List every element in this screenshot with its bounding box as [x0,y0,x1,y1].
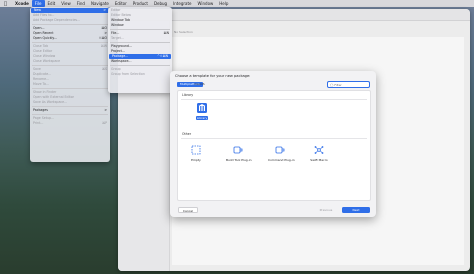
file-menu-item[interactable]: Open Quickly... ⇧⌘O [30,36,110,41]
menu-window[interactable]: Window [195,0,217,7]
menu-item-label: Add Package Dependencies... [33,18,81,22]
new-submenu: Editor Editor Below Window Tab Window File..… [108,7,172,93]
file-menu-item[interactable]: Move To... [30,82,110,87]
tab-macos[interactable]: macOS [194,82,205,87]
new-menu-item[interactable]: Target... [108,36,172,41]
library-icon [196,102,208,114]
menu-item-label: Move To... [33,82,49,86]
macro-icon [313,144,325,156]
file-menu-item[interactable]: Print... ⌘P [30,121,110,126]
template-label: Library [195,116,209,120]
template-command-plugin[interactable]: Command Plug-in [268,144,295,162]
plugin-icon [232,144,244,156]
menu-item-label: Group from Selection [111,72,145,76]
menu-navigate[interactable]: Navigate [88,0,112,7]
menu-item-label: Print... [33,121,44,125]
menu-item-shortcut: ^⇧⌘N [157,54,168,58]
new-menu-item[interactable]: Workspace... [108,59,172,64]
template-filter-input[interactable] [334,82,369,87]
menu-separator [32,65,108,66]
menu-app[interactable]: Xcode [12,0,32,7]
template-label: Empty [191,158,201,162]
menu-item-label: Packages [33,108,48,112]
menu-item-shortcut: ⌘N [163,31,169,35]
menu-item-label: Close Workspace [33,59,61,63]
menu-separator [110,42,170,43]
plugin-icon [274,144,286,156]
menu-item-shortcut: ⇧⌘O [98,36,107,40]
no-selection-label: No Selection [174,30,193,34]
apple-icon[interactable]:  [4,1,7,7]
empty-icon [190,144,202,156]
section-divider [181,99,367,100]
menu-edit[interactable]: Edit [45,0,59,7]
file-menu-item[interactable]: Packages > [30,108,110,113]
section-other: Other [182,132,192,136]
menu-bar:  Xcode File Edit View Find Navigate Edi… [0,0,474,7]
menu-find[interactable]: Find [74,0,88,7]
template-panel: Library Library Other Empty Build Tool P… [177,90,371,201]
next-button[interactable]: Next [342,207,370,213]
template-empty[interactable]: Empty [184,144,208,162]
menu-separator [32,88,108,89]
template-library[interactable]: Library [190,102,214,120]
template-chooser-sheet: Choose a template for your new package: … [170,71,376,217]
sheet-title: Choose a template for your new package: [175,74,251,78]
menu-item-shortcut: ⌘P [101,121,107,125]
new-menu-item[interactable]: Window [108,23,172,28]
template-label: Swift Macro [310,158,328,162]
menu-separator [32,42,108,43]
cancel-button[interactable]: Cancel [178,207,198,213]
menu-item-shortcut: > [104,108,107,112]
template-build-tool-plugin[interactable]: Build Tool Plug-in [226,144,252,162]
file-menu-item[interactable]: Close Workspace [30,59,110,64]
menu-editor[interactable]: Editor [112,0,130,7]
template-filter-field[interactable]: ◯ [327,81,370,88]
file-menu-item[interactable]: Add Package Dependencies... [30,18,110,23]
template-label: Command Plug-in [268,158,295,162]
menu-item-shortcut: ⌘W [100,44,107,48]
menu-item-label: Save As Workspace... [33,100,68,104]
menu-view[interactable]: View [58,0,74,7]
template-swift-macro[interactable]: Swift Macro [307,144,331,162]
new-menu-item[interactable]: Group from Selection [108,72,172,77]
menu-integrate[interactable]: Integrate [170,0,194,7]
file-menu: New > Add Files to... Add Package Dependenc… [30,7,110,162]
menu-help[interactable]: Help [216,0,231,7]
menu-file[interactable]: File [31,0,45,7]
template-label: Build Tool Plug-in [226,158,252,162]
file-menu-item[interactable]: Save As Workspace... [30,100,110,105]
menu-product[interactable]: Product [130,0,151,7]
menu-item-shortcut: > [103,8,106,12]
menu-separator [110,29,170,30]
section-library: Library [182,93,194,97]
menu-item-label: Open Quickly... [33,36,57,40]
menu-separator [32,106,108,107]
menu-item-label: Workspace... [111,59,132,63]
menu-separator [32,114,108,115]
menu-item-label: Target... [111,36,124,40]
menu-separator [110,65,170,66]
previous-button[interactable]: Previous [315,207,337,213]
menu-debug[interactable]: Debug [151,0,170,7]
menu-separator [32,24,108,25]
menu-item-shortcut: ⌘S [101,67,107,71]
filter-icon: ◯ [330,82,334,87]
section-divider [181,138,367,139]
menu-item-label: Window [111,23,124,27]
